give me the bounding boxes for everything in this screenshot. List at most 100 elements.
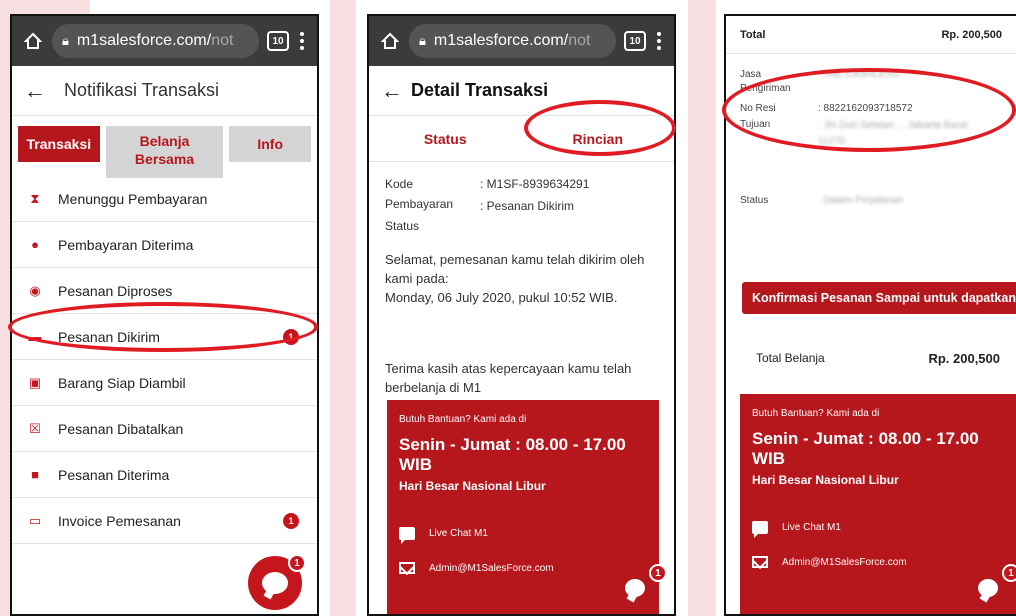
live-chat-link[interactable]: Live Chat M1 [752,521,1008,538]
cancel-clipboard-icon: ☒ [29,420,41,436]
kode-label: Kode Pembayaran [385,177,454,211]
help-intro: Butuh Bantuan? Kami ada di [752,408,880,419]
url-text-dim: not [568,32,591,49]
status-label: Status [385,219,420,233]
truck-icon: ▬ [28,329,42,344]
mail-icon [752,556,768,568]
confirm-delivery-button[interactable]: Konfirmasi Pesanan Sampai untuk dapatkan… [742,282,1016,314]
help-holiday: Hari Besar Nasional Libur [399,479,546,493]
shipping-message: Selamat, pemesanan kamu telah dikirim ol… [385,252,645,286]
phone-screen-detail-status: 🔒︎ m1salesforce.com/not 10 ← Detail Tran… [367,14,676,616]
jasa-value: : JNE CASHLESS [818,69,899,80]
menu-dots-icon[interactable] [654,32,664,50]
live-chat-link[interactable]: Live Chat M1 [399,527,647,544]
chat-badge: 1 [649,564,667,582]
menu-item-pesanan-diproses[interactable]: ◉ Pesanan Diproses [12,268,317,314]
chat-icon [752,521,768,538]
tab-count-button[interactable]: 10 [267,31,289,51]
chat-badge: 1 [288,554,306,572]
menu-item-label: Invoice Pemesanan [58,512,181,529]
chat-badge: 1 [1002,564,1016,582]
total-belanja-row: Total Belanja Rp. 200,500 [740,334,1016,382]
tujuan-label: Tujuan [740,119,771,130]
browser-toolbar: 🔒︎ m1salesforce.com/not 10 [12,16,317,66]
menu-item-invoice-pemesanan[interactable]: ▭ Invoice Pemesanan 1 [12,498,317,544]
tab-status[interactable]: Status [369,116,522,161]
chat-bubble-icon [262,572,288,594]
menu-item-label: Pesanan Dibatalkan [58,420,184,437]
status-value: : Dalam Perjalanan [818,195,904,206]
chat-icon [399,527,415,544]
menu-item-menunggu-pembayaran[interactable]: ⧗ Menunggu Pembayaran [12,176,317,222]
menu-dots-icon[interactable] [297,32,307,50]
status-label-row: Status [385,216,658,236]
address-bar[interactable]: 🔒︎ m1salesforce.com/not [409,24,616,58]
resi-label: No Resi [740,103,776,114]
resi-row: No Resi : 8822162093718572 [726,102,1016,116]
status-value: : Pesanan Dikirim [480,199,575,213]
menu-item-barang-siap-diambil[interactable]: ▣ Barang Siap Diambil [12,360,317,406]
home-icon[interactable] [379,30,401,52]
background-stripe [330,0,356,616]
email-link[interactable]: Admin@M1SalesForce.com [752,556,1008,568]
phone-screen-notifications: 🔒︎ m1salesforce.com/not 10 ← Notifikasi … [10,14,319,616]
menu-item-pesanan-dibatalkan[interactable]: ☒ Pesanan Dibatalkan [12,406,317,452]
menu-item-label: Menunggu Pembayaran [58,190,208,207]
page-title: Notifikasi Transaksi [64,80,220,100]
total-row: Total Rp. 200,500 [726,16,1016,54]
live-chat-label: Live Chat M1 [782,522,841,533]
back-arrow-icon[interactable]: ← [381,78,403,104]
help-intro: Butuh Bantuan? Kami ada di [399,414,527,425]
lock-icon: 🔒︎ [419,33,426,48]
status-row: Status : Dalam Perjalanan [726,194,1016,208]
tab-belanja-bersama[interactable]: Belanja Bersama [105,126,224,178]
mail-icon [399,562,415,574]
menu-item-label: Pesanan Diproses [58,282,173,299]
page-header: ← Detail Transaksi [369,66,674,116]
tujuan-value: : Jln Duri Selatan ... Jakarta Barat 112… [818,120,968,147]
tujuan-row: Tujuan : Jln Duri Selatan ... Jakarta Ba… [726,118,1016,150]
phone-screen-detail-rincian: Total Rp. 200,500 Jasa Pengiriman : JNE … [724,14,1016,616]
back-arrow-icon[interactable]: ← [24,78,46,104]
tab-rincian[interactable]: Rincian [522,116,675,161]
lock-icon: 🔒︎ [62,33,69,48]
tab-count-button[interactable]: 10 [624,31,646,51]
jasa-label: Jasa Pengiriman [740,69,791,94]
menu-item-label: Pesanan Diterima [58,466,170,483]
process-icon: ◉ [29,282,41,298]
live-chat-label: Live Chat M1 [429,528,488,539]
money-bag-icon: ● [31,237,39,252]
total-belanja-value: Rp. 200,500 [928,350,1000,366]
chat-bubble-icon [625,579,645,597]
menu-item-pesanan-diterima[interactable]: ■ Pesanan Diterima [12,452,317,498]
resi-value: : 8822162093718572 [818,103,913,114]
email-label: Admin@M1SalesForce.com [782,556,907,568]
hourglass-icon: ⧗ [30,190,40,206]
page-title: Detail Transaksi [411,80,549,100]
total-belanja-label: Total Belanja [756,351,825,365]
invoice-icon: ▭ [28,512,42,528]
help-holiday: Hari Besar Nasional Libur [752,473,899,487]
tab-transaksi[interactable]: Transaksi [18,126,100,162]
help-hours: Senin - Jumat : 08.00 - 17.00 WIB [752,429,979,468]
received-icon: ■ [31,467,39,482]
chat-bubble-icon [978,579,998,597]
menu-item-pembayaran-diterima[interactable]: ● Pembayaran Diterima [12,222,317,268]
shipping-date: Monday, 06 July 2020, pukul 10:52 WIB. [385,290,618,305]
status-label: Status [740,195,769,206]
tab-info[interactable]: Info [229,126,312,162]
help-hours: Senin - Jumat : 08.00 - 17.00 WIB [399,435,626,474]
menu-item-label: Pesanan Dikirim [58,328,160,345]
total-value: Rp. 200,500 [941,28,1002,41]
browser-toolbar: 🔒︎ m1salesforce.com/not 10 [369,16,674,66]
menu-item-pesanan-dikirim[interactable]: ▬ Pesanan Dikirim 1 [12,314,317,360]
background-stripe [688,0,716,616]
email-label: Admin@M1SalesForce.com [429,562,554,574]
url-text-dim: not [211,32,234,49]
url-text: m1salesforce.com/ [433,32,569,49]
address-bar[interactable]: 🔒︎ m1salesforce.com/not [52,24,259,58]
box-icon: ▣ [28,374,42,390]
email-link[interactable]: Admin@M1SalesForce.com [399,562,647,574]
home-icon[interactable] [22,30,44,52]
menu-item-label: Barang Siap Diambil [58,374,186,391]
